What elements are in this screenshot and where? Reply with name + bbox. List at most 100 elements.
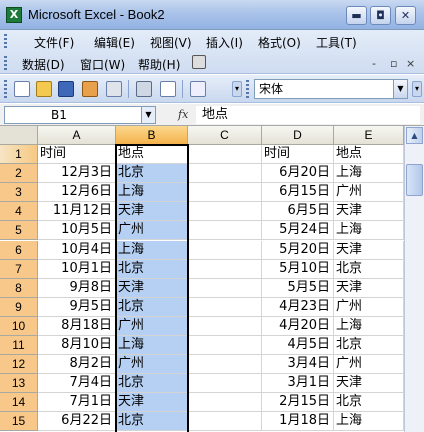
menu-file[interactable]: 文件(F) — [34, 34, 74, 51]
chevron-down-icon[interactable]: ▼ — [141, 107, 155, 123]
menu-data[interactable]: 数据(D) — [22, 56, 65, 73]
row-header[interactable]: 3 — [0, 183, 38, 203]
menu-help[interactable]: 帮助(H) — [138, 56, 180, 73]
row-header[interactable]: 12 — [0, 355, 38, 375]
cell-c13[interactable] — [188, 374, 262, 394]
cell-e4[interactable]: 天津 — [334, 202, 404, 222]
menubar-grip[interactable] — [4, 34, 7, 50]
save-icon[interactable] — [58, 81, 74, 97]
row-header[interactable]: 7 — [0, 259, 38, 279]
cell-a15[interactable]: 6月22日 — [38, 412, 116, 432]
cell-e6[interactable]: 天津 — [334, 240, 404, 260]
open-icon[interactable] — [36, 81, 52, 97]
cell-b12[interactable]: 广州 — [116, 355, 188, 375]
row-header[interactable]: 6 — [0, 240, 38, 260]
row-header[interactable]: 13 — [0, 374, 38, 394]
cell-d5[interactable]: 5月24日 — [262, 221, 334, 241]
formula-input[interactable]: 地点 — [196, 106, 420, 124]
cell-c11[interactable] — [188, 336, 262, 356]
cell-d7[interactable]: 5月10日 — [262, 259, 334, 279]
row-header[interactable]: 4 — [0, 202, 38, 222]
cell-d3[interactable]: 6月15日 — [262, 183, 334, 203]
cell-e14[interactable]: 北京 — [334, 393, 404, 413]
menubar-grip-2[interactable] — [4, 56, 7, 70]
cell-e12[interactable]: 广州 — [334, 355, 404, 375]
cell-c1[interactable] — [188, 145, 262, 165]
cell-b4[interactable]: 天津 — [116, 202, 188, 222]
cell-d2[interactable]: 6月20日 — [262, 164, 334, 184]
cell-b8[interactable]: 天津 — [116, 278, 188, 298]
format-toolbar-options-icon[interactable]: ▾ — [412, 81, 422, 97]
cell-a1[interactable]: 时间 — [38, 145, 116, 165]
cell-c7[interactable] — [188, 259, 262, 279]
cell-b1[interactable]: 地点 — [116, 145, 188, 165]
toolbar-grip[interactable] — [4, 80, 7, 98]
menu-insert[interactable]: 插入(I) — [206, 34, 243, 51]
cell-c6[interactable] — [188, 240, 262, 260]
cell-b7[interactable]: 北京 — [116, 259, 188, 279]
row-header[interactable]: 5 — [0, 221, 38, 241]
scroll-thumb[interactable] — [406, 164, 423, 196]
cell-e9[interactable]: 广州 — [334, 297, 404, 317]
menu-format[interactable]: 格式(O) — [258, 34, 301, 51]
cell-d1[interactable]: 时间 — [262, 145, 334, 165]
font-name-select[interactable]: 宋体 ▼ — [254, 79, 408, 99]
cell-d13[interactable]: 3月1日 — [262, 374, 334, 394]
cell-d9[interactable]: 4月23日 — [262, 297, 334, 317]
row-header[interactable]: 11 — [0, 336, 38, 356]
insert-function-icon[interactable]: fx — [178, 108, 188, 121]
vertical-scrollbar[interactable]: ▲ — [404, 126, 424, 432]
cell-e2[interactable]: 上海 — [334, 164, 404, 184]
spelling-icon[interactable] — [190, 81, 206, 97]
cell-c15[interactable] — [188, 412, 262, 432]
cell-b10[interactable]: 广州 — [116, 316, 188, 336]
menu-window[interactable]: 窗口(W) — [80, 56, 125, 73]
cell-c14[interactable] — [188, 393, 262, 413]
cell-a13[interactable]: 7月4日 — [38, 374, 116, 394]
cell-a10[interactable]: 8月18日 — [38, 316, 116, 336]
cell-d15[interactable]: 1月18日 — [262, 412, 334, 432]
cell-c8[interactable] — [188, 278, 262, 298]
column-header-a[interactable]: A — [38, 126, 116, 145]
select-all-corner[interactable] — [0, 126, 38, 145]
cell-c9[interactable] — [188, 297, 262, 317]
cell-e1[interactable]: 地点 — [334, 145, 404, 165]
cell-c5[interactable] — [188, 221, 262, 241]
cell-b11[interactable]: 上海 — [116, 336, 188, 356]
cell-a9[interactable]: 9月5日 — [38, 297, 116, 317]
column-header-c[interactable]: C — [188, 126, 262, 145]
toolbar-options-chevron-icon[interactable]: ▾ — [232, 81, 242, 97]
cell-b13[interactable]: 北京 — [116, 374, 188, 394]
email-icon[interactable] — [106, 81, 122, 97]
cell-e5[interactable]: 上海 — [334, 221, 404, 241]
cell-c4[interactable] — [188, 202, 262, 222]
column-header-e[interactable]: E — [334, 126, 404, 145]
row-header[interactable]: 15 — [0, 412, 38, 432]
cell-e13[interactable]: 天津 — [334, 374, 404, 394]
excel-app-icon[interactable]: X — [6, 7, 22, 23]
document-restore-button[interactable]: ▫ — [390, 57, 397, 70]
cell-a4[interactable]: 11月12日 — [38, 202, 116, 222]
cell-e15[interactable]: 上海 — [334, 412, 404, 432]
cell-e8[interactable]: 天津 — [334, 278, 404, 298]
cell-c2[interactable] — [188, 164, 262, 184]
cell-b5[interactable]: 广州 — [116, 221, 188, 241]
new-icon[interactable] — [14, 81, 30, 97]
cell-d14[interactable]: 2月15日 — [262, 393, 334, 413]
cell-b6[interactable]: 上海 — [116, 240, 188, 260]
cell-a3[interactable]: 12月6日 — [38, 183, 116, 203]
cell-e11[interactable]: 北京 — [334, 336, 404, 356]
column-header-b[interactable]: B — [116, 126, 188, 145]
name-box[interactable]: B1 ▼ — [4, 106, 156, 124]
cell-a12[interactable]: 8月2日 — [38, 355, 116, 375]
cell-a7[interactable]: 10月1日 — [38, 259, 116, 279]
document-minimize-button[interactable]: - — [372, 57, 376, 70]
minimize-button[interactable]: ▬ — [346, 6, 367, 25]
cell-d10[interactable]: 4月20日 — [262, 316, 334, 336]
worksheet-grid[interactable]: A B C D E 1 时间 地点 时间 地点 2 12月3日 北京 6月20日 上海 3 12月6日 上海 6月1… — [0, 126, 424, 432]
cell-c10[interactable] — [188, 316, 262, 336]
cell-c12[interactable] — [188, 355, 262, 375]
cell-a11[interactable]: 8月10日 — [38, 336, 116, 356]
row-header[interactable]: 1 — [0, 145, 38, 165]
cell-a14[interactable]: 7月1日 — [38, 393, 116, 413]
